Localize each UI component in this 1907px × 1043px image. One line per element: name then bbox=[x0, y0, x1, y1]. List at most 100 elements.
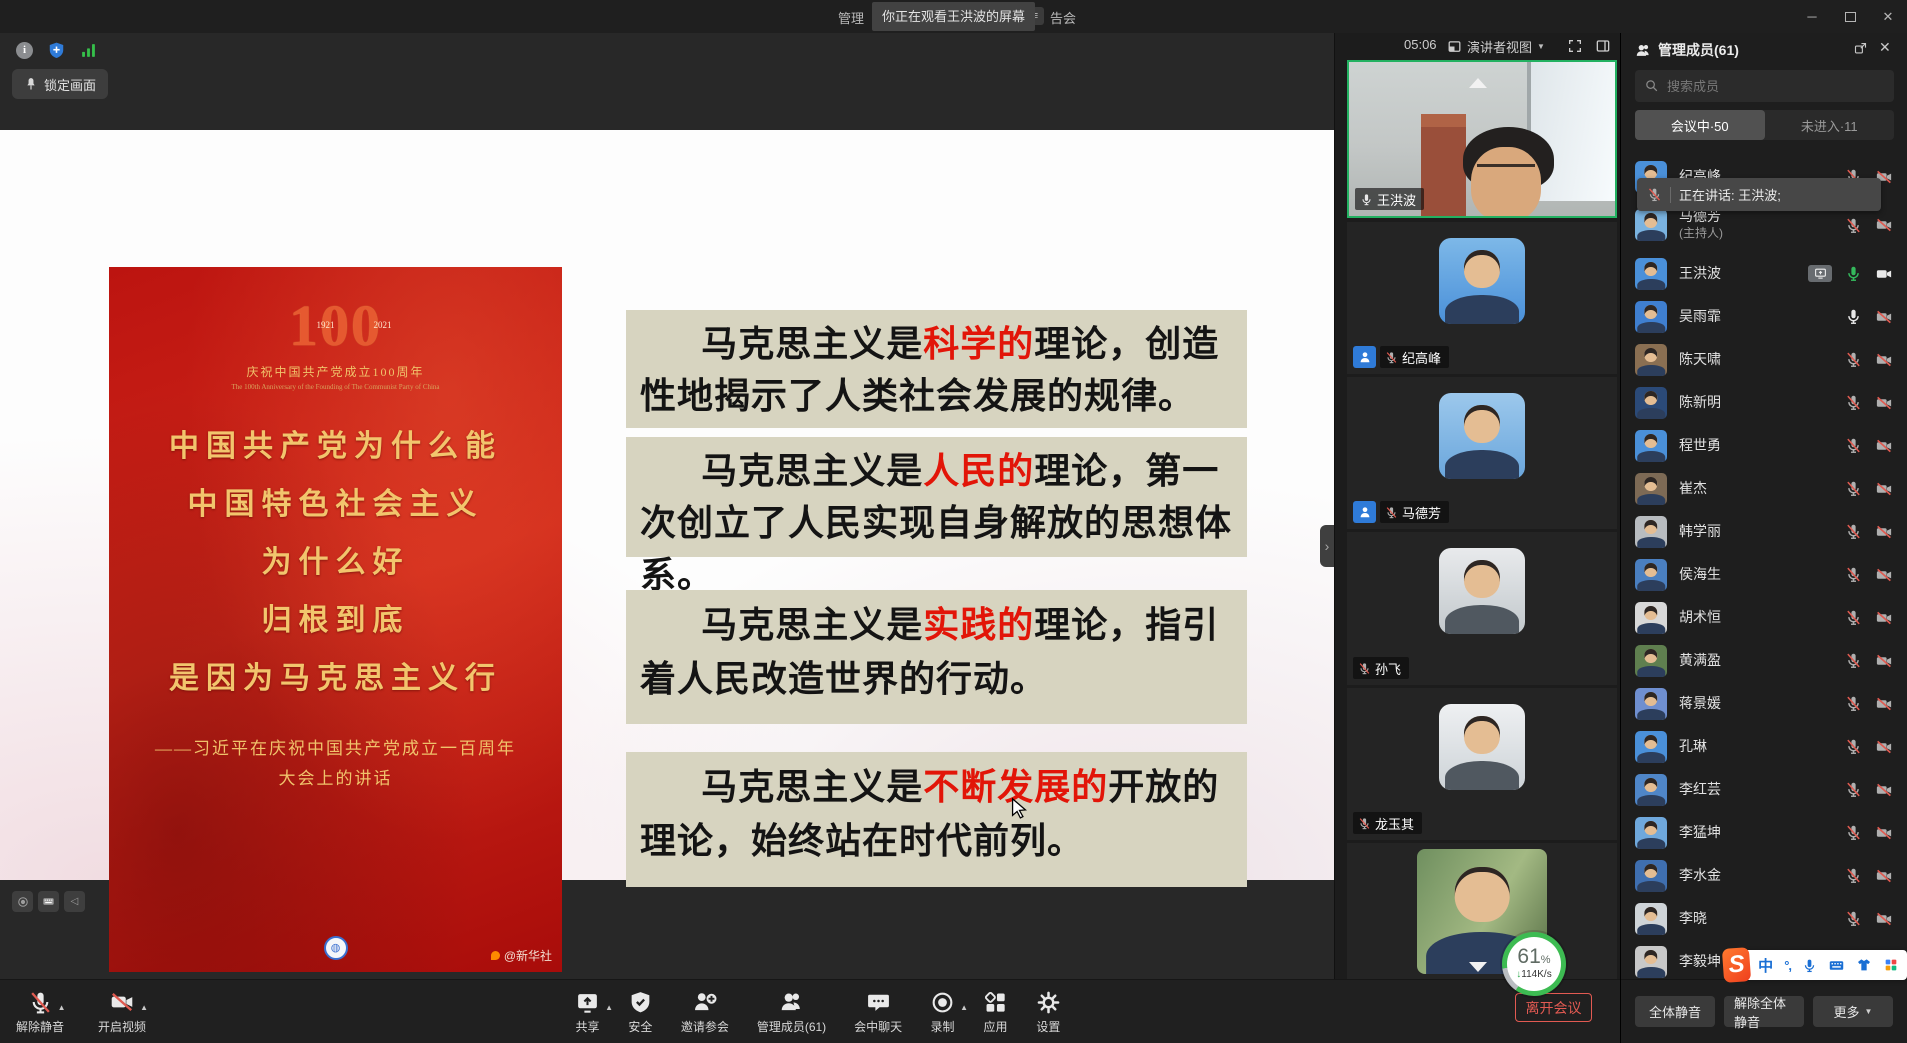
maximize-button[interactable] bbox=[1831, 0, 1869, 33]
settings-button[interactable]: 设置 bbox=[1036, 987, 1061, 1035]
participant-row[interactable]: 李红芸 bbox=[1621, 768, 1907, 811]
participant-row[interactable]: 侯海生 bbox=[1621, 553, 1907, 596]
participant-row[interactable]: 黄满盈 bbox=[1621, 639, 1907, 682]
scroll-down-arrow[interactable] bbox=[1469, 962, 1487, 972]
participant-row[interactable]: 王洪波 bbox=[1621, 252, 1907, 295]
camera-status-icon[interactable] bbox=[1875, 781, 1893, 799]
participant-row[interactable]: 孔琳 bbox=[1621, 725, 1907, 768]
share-screen-button[interactable]: ▲ 共享 bbox=[575, 987, 600, 1035]
camera-status-icon[interactable] bbox=[1875, 609, 1893, 627]
mic-status-icon[interactable] bbox=[1845, 824, 1862, 841]
camera-status-icon[interactable] bbox=[1875, 265, 1893, 283]
security-shield-icon[interactable] bbox=[47, 41, 66, 60]
participant-row[interactable]: 崔杰 bbox=[1621, 467, 1907, 510]
punctuation-icon[interactable]: °, bbox=[1784, 958, 1791, 973]
mic-status-icon[interactable] bbox=[1845, 480, 1862, 497]
toolbox-icon[interactable] bbox=[1883, 957, 1899, 973]
layout-toggle-icon[interactable] bbox=[1595, 38, 1611, 54]
participant-row[interactable]: 李猛坤 bbox=[1621, 811, 1907, 854]
meeting-info-icon[interactable]: i bbox=[16, 42, 33, 59]
collapse-left-icon[interactable]: ◁ bbox=[64, 891, 85, 912]
camera-status-icon[interactable] bbox=[1875, 910, 1893, 928]
participant-row[interactable]: 李晓 bbox=[1621, 897, 1907, 940]
search-input[interactable] bbox=[1635, 70, 1894, 102]
tab-in-meeting[interactable]: 会议中·50 bbox=[1635, 110, 1765, 140]
camera-status-icon[interactable] bbox=[1875, 437, 1893, 455]
camera-status-icon[interactable] bbox=[1875, 480, 1893, 498]
mic-status-icon[interactable] bbox=[1845, 437, 1862, 454]
chevron-up-icon[interactable]: ▲ bbox=[140, 1003, 148, 1012]
panel-collapse-handle[interactable]: › bbox=[1320, 525, 1334, 567]
camera-status-icon[interactable] bbox=[1875, 308, 1893, 326]
mic-status-icon[interactable] bbox=[1845, 523, 1862, 540]
camera-status-icon[interactable] bbox=[1875, 566, 1893, 584]
participant-row[interactable]: 韩学丽 bbox=[1621, 510, 1907, 553]
chinese-mode-icon[interactable]: 中 bbox=[1758, 955, 1773, 976]
camera-status-icon[interactable] bbox=[1875, 867, 1893, 885]
close-window-button[interactable]: ✕ bbox=[1869, 0, 1907, 33]
camera-status-icon[interactable] bbox=[1875, 394, 1893, 412]
record-button[interactable]: ▲ 录制 bbox=[930, 987, 955, 1035]
camera-status-icon[interactable] bbox=[1875, 216, 1893, 234]
mic-status-icon[interactable] bbox=[1845, 652, 1862, 669]
mic-status-icon[interactable] bbox=[1845, 867, 1862, 884]
camera-status-icon[interactable] bbox=[1875, 652, 1893, 670]
view-mode-selector[interactable]: 演讲者视图 ▼ bbox=[1447, 37, 1545, 56]
video-tile[interactable]: 马德芳 bbox=[1347, 377, 1617, 529]
camera-status-icon[interactable] bbox=[1875, 824, 1893, 842]
video-tile[interactable]: 纪高峰 bbox=[1347, 222, 1617, 374]
participant-row[interactable]: 陈新明 bbox=[1621, 381, 1907, 424]
scroll-up-arrow[interactable] bbox=[1469, 78, 1487, 88]
fullscreen-icon[interactable] bbox=[1567, 38, 1583, 54]
mic-status-icon[interactable] bbox=[1845, 566, 1862, 583]
start-video-button[interactable]: ▲ 开启视频 bbox=[98, 987, 146, 1035]
unmute-button[interactable]: ▲ 解除静音 bbox=[16, 987, 64, 1035]
chevron-up-icon[interactable]: ▲ bbox=[58, 1003, 66, 1012]
mic-status-icon[interactable] bbox=[1845, 609, 1862, 626]
minimize-button[interactable]: ─ bbox=[1793, 0, 1831, 33]
participant-row[interactable]: 蒋景媛 bbox=[1621, 682, 1907, 725]
tab-not-joined[interactable]: 未进入·11 bbox=[1765, 110, 1895, 140]
chevron-up-icon[interactable]: ▲ bbox=[960, 1003, 968, 1012]
camera-status-icon[interactable] bbox=[1875, 523, 1893, 541]
video-tile[interactable]: 龙玉其 bbox=[1347, 688, 1617, 840]
chevron-up-icon[interactable]: ▲ bbox=[605, 1003, 613, 1012]
skin-icon[interactable] bbox=[1856, 957, 1872, 973]
close-panel-icon[interactable]: ✕ bbox=[1879, 39, 1891, 56]
camera-status-icon[interactable] bbox=[1875, 738, 1893, 756]
participant-row[interactable]: 程世勇 bbox=[1621, 424, 1907, 467]
security-button[interactable]: 安全 bbox=[628, 987, 653, 1035]
mic-status-icon[interactable] bbox=[1845, 910, 1862, 927]
camera-status-icon[interactable] bbox=[1875, 351, 1893, 369]
leave-meeting-button[interactable]: 离开会议 bbox=[1515, 993, 1592, 1022]
mic-status-icon[interactable] bbox=[1845, 695, 1862, 712]
mic-status-icon[interactable] bbox=[1845, 781, 1862, 798]
soft-keyboard-icon[interactable] bbox=[1828, 957, 1845, 974]
pop-out-icon[interactable] bbox=[1853, 41, 1868, 56]
more-button[interactable]: 更多▼ bbox=[1813, 996, 1893, 1027]
mute-all-button[interactable]: 全体静音 bbox=[1635, 996, 1715, 1027]
lock-screen-button[interactable]: 锁定画面 bbox=[12, 69, 108, 99]
participant-row[interactable]: 李水金 bbox=[1621, 854, 1907, 897]
apps-button[interactable]: 应用 bbox=[983, 987, 1008, 1035]
mic-status-icon[interactable] bbox=[1845, 308, 1862, 325]
manage-members-button[interactable]: 管理成员(61) bbox=[757, 987, 826, 1035]
mic-status-icon[interactable] bbox=[1845, 738, 1862, 755]
mic-status-icon[interactable] bbox=[1845, 217, 1862, 234]
video-tile[interactable]: 孙飞 bbox=[1347, 532, 1617, 685]
participant-row[interactable]: 陈天啸 bbox=[1621, 338, 1907, 381]
participant-row[interactable]: 吴雨霏 bbox=[1621, 295, 1907, 338]
video-tile-clipped[interactable] bbox=[1347, 843, 1617, 979]
network-quality-badge[interactable]: 61% ↓114K/s bbox=[1502, 932, 1566, 996]
mic-status-icon[interactable] bbox=[1845, 394, 1862, 411]
chat-button[interactable]: 会中聊天 bbox=[854, 987, 902, 1035]
mic-status-icon[interactable] bbox=[1845, 265, 1862, 282]
annotation-icon[interactable] bbox=[12, 891, 33, 912]
mic-status-icon[interactable] bbox=[1845, 351, 1862, 368]
participant-row[interactable]: 胡术恒 bbox=[1621, 596, 1907, 639]
voice-input-icon[interactable] bbox=[1802, 958, 1817, 973]
keyboard-icon[interactable] bbox=[38, 891, 59, 912]
invite-button[interactable]: 邀请参会 bbox=[681, 987, 729, 1035]
sogou-logo-icon[interactable]: S bbox=[1722, 947, 1751, 983]
network-signal-icon[interactable] bbox=[80, 42, 97, 59]
